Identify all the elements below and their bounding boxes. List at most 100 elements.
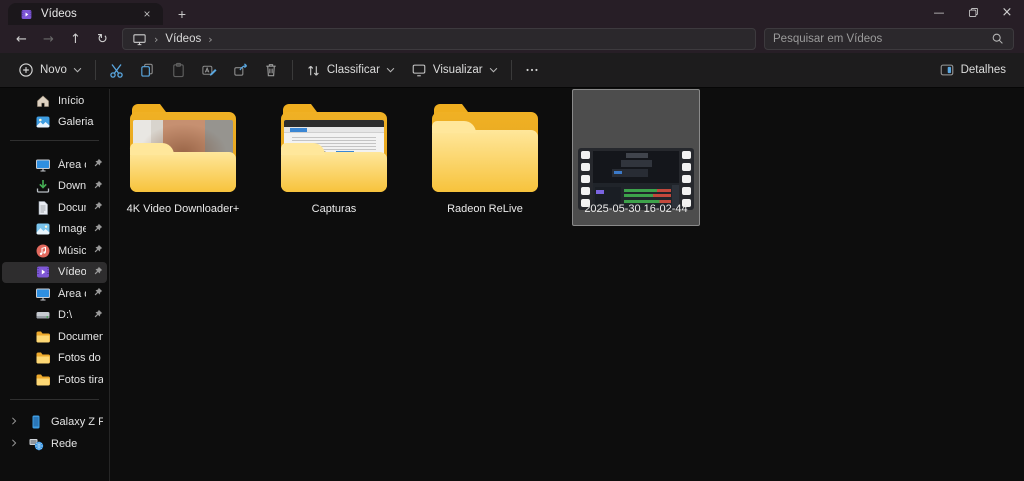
drive-icon [35,307,51,323]
sort-button[interactable]: Classificar [298,56,403,84]
tab-close-icon[interactable]: × [139,6,155,22]
search-box[interactable] [764,28,1014,50]
minimize-button[interactable]: — [922,0,956,25]
sidebar-item-documentos[interactable]: Documentos [2,197,107,219]
tile-capturas[interactable]: Capturas [270,89,398,226]
forward-button[interactable]: → [35,27,62,51]
address-bar[interactable]: › Vídeos › [122,28,756,50]
tile-4k-video-downloader[interactable]: 4K Video Downloader+ [119,89,247,226]
chevron-down-icon [489,67,497,73]
breadcrumb-chevron-icon[interactable]: › [208,33,212,46]
gallery-icon [35,114,51,130]
sidebar-item-d-drive[interactable]: D:\ [2,305,107,327]
folder-icon [35,372,51,388]
sidebar-item-galaxy-z-fold6[interactable]: Galaxy Z Fold6 [2,412,107,434]
pin-icon [93,223,103,236]
tile-radeon-relive[interactable]: Radeon ReLive [421,89,549,226]
share-icon [234,63,248,76]
sidebar-item-downloads[interactable]: Downloads [2,176,107,198]
sidebar-item-imagens[interactable]: Imagens [2,219,107,241]
ellipsis-icon [526,68,538,72]
trash-icon [266,64,277,77]
new-tab-button[interactable]: + [172,4,192,24]
sidebar-item-label: Músicas [58,244,86,257]
pin-icon [93,309,103,322]
folder-icon [35,329,51,345]
sidebar-item-label: Rede [51,437,78,450]
downloads-icon [35,178,51,194]
sort-icon [308,65,319,76]
folder-icon [35,350,51,366]
desktop-icon [35,157,51,173]
close-button[interactable]: × [990,0,1024,25]
folder-icon-with-preview [281,104,387,192]
view-icon [412,64,426,77]
pin-icon [93,287,103,300]
videos-icon [20,8,33,21]
rename-icon [202,65,217,76]
sidebar-item-label: Início [58,94,85,107]
tile-video-recording[interactable]: 2025-05-30 16-02-44 [572,89,700,226]
tiles-row: 4K Video Downloader+ Capturas Radeon ReL… [119,89,1024,226]
this-pc-icon [133,33,146,45]
sidebar-item-galeria[interactable]: Galeria [2,112,107,134]
navigation-bar: ← → ↑ ↻ › Vídeos › [0,25,1024,53]
pin-icon [93,201,103,214]
sidebar-item-label: D:\ [58,309,73,322]
expand-chevron-icon[interactable] [10,416,18,428]
sidebar-item-label: Documentos [58,201,86,214]
sidebar-item-fotos-tiradas[interactable]: Fotos tiradas pelo a [2,369,107,391]
pin-icon [93,158,103,171]
new-button[interactable]: Novo [10,56,90,84]
delete-button[interactable] [256,56,287,84]
toolbar-separator [94,60,96,80]
refresh-button[interactable]: ↻ [89,27,116,51]
tab-title: Vídeos [41,8,77,20]
restore-icon [968,8,978,17]
video-frame [593,151,679,207]
explorer-tab[interactable]: Vídeos × [8,3,163,25]
file-name: Capturas [311,203,357,215]
copy-icon [141,63,154,77]
sidebar-item-area-de-trabalho-2[interactable]: Área de Trabalho [2,283,107,305]
file-name: 4K Video Downloader+ [126,203,240,215]
folder-icon-with-preview [130,104,236,192]
music-icon [35,243,51,259]
sort-button-label: Classificar [326,64,380,76]
sidebar-item-inicio[interactable]: Início [2,90,107,112]
search-input[interactable] [773,33,991,45]
pin-icon [93,266,103,279]
file-name: Radeon ReLive [447,203,523,215]
copy-button[interactable] [132,56,163,84]
folder-icon [432,104,538,192]
window-controls: — × [922,0,1024,25]
paste-button[interactable] [163,56,194,84]
home-icon [35,93,51,109]
view-button[interactable]: Visualizar [403,56,506,84]
sidebar-item-area-de-trabalho[interactable]: Área de Trabalho [2,154,107,176]
restore-button[interactable] [956,0,990,25]
rename-button[interactable] [194,56,225,84]
share-button[interactable] [225,56,256,84]
chevron-down-icon [386,67,395,73]
expand-chevron-icon[interactable] [10,438,18,450]
sidebar-item-label: Documentos [58,330,103,343]
sidebar-item-musicas[interactable]: Músicas [2,240,107,262]
file-list-area[interactable]: 4K Video Downloader+ Capturas Radeon ReL… [110,89,1024,481]
sidebar-item-label: Imagens [58,223,86,236]
sidebar-item-rede[interactable]: Rede [2,433,107,455]
more-options-button[interactable] [517,56,548,84]
sidebar-item-label: Galaxy Z Fold6 [51,416,103,429]
cut-button[interactable] [101,56,132,84]
details-pane-button[interactable]: Detalhes [931,56,1014,84]
sidebar-separator [10,140,99,141]
back-button[interactable]: ← [8,27,35,51]
sidebar-item-label: Fotos tiradas pelo a [58,373,103,386]
sidebar-item-fotos-do-aparelho[interactable]: Fotos do aparelho [2,348,107,370]
sidebar-item-label: Área de Trabalho [58,287,86,300]
titlebar: Vídeos × + — × [0,0,1024,25]
sidebar-item-documentos-folder[interactable]: Documentos [2,326,107,348]
up-button[interactable]: ↑ [62,27,89,51]
breadcrumb-item[interactable]: Vídeos [165,33,201,45]
sidebar-item-videos[interactable]: Vídeos [2,261,107,283]
